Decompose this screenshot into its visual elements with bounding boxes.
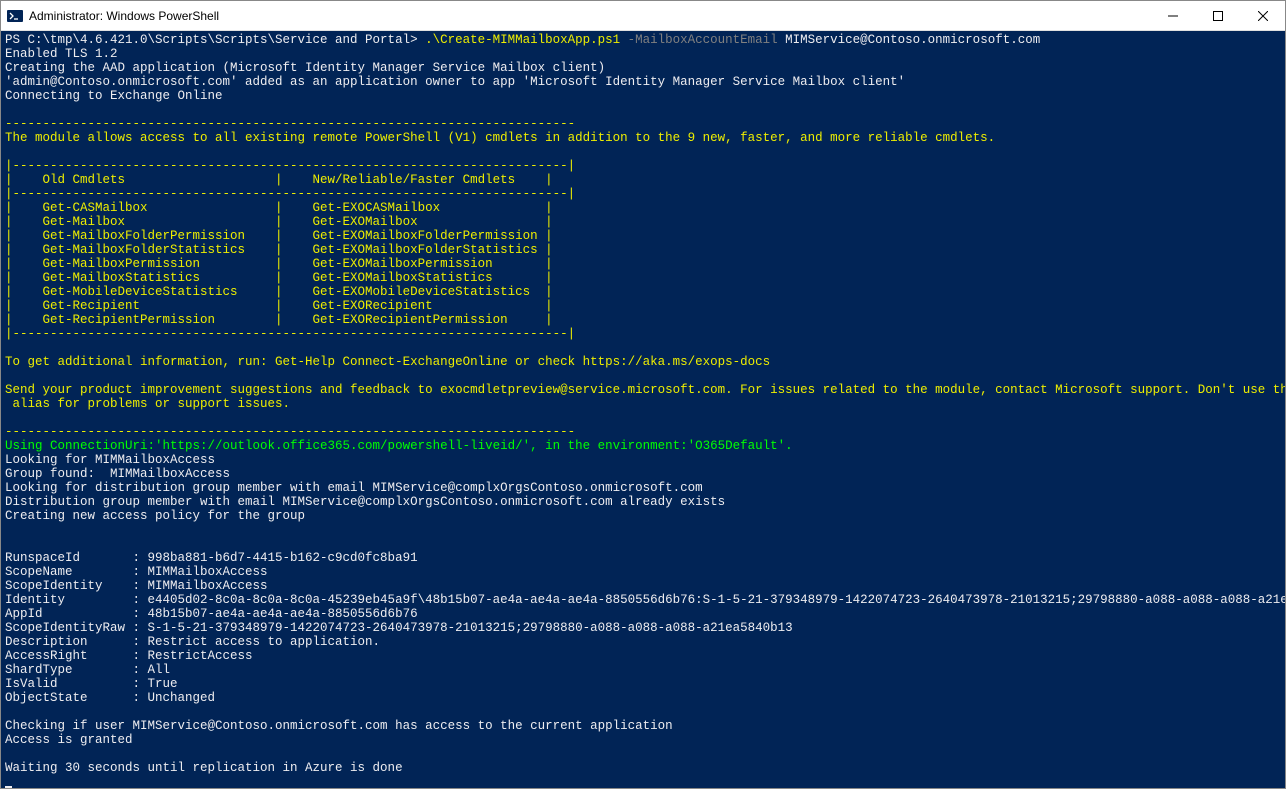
terminal-output[interactable]: PS C:\tmp\4.6.421.0\Scripts\Scripts\Serv… xyxy=(1,31,1285,788)
close-button[interactable] xyxy=(1240,1,1285,30)
maximize-button[interactable] xyxy=(1195,1,1240,30)
minimize-button[interactable] xyxy=(1150,1,1195,30)
window-controls xyxy=(1150,1,1285,30)
powershell-icon xyxy=(7,8,23,24)
titlebar-left: Administrator: Windows PowerShell xyxy=(1,8,219,24)
window-title: Administrator: Windows PowerShell xyxy=(29,9,219,23)
titlebar[interactable]: Administrator: Windows PowerShell xyxy=(1,1,1285,31)
powershell-window: Administrator: Windows PowerShell PS C:\… xyxy=(0,0,1286,789)
